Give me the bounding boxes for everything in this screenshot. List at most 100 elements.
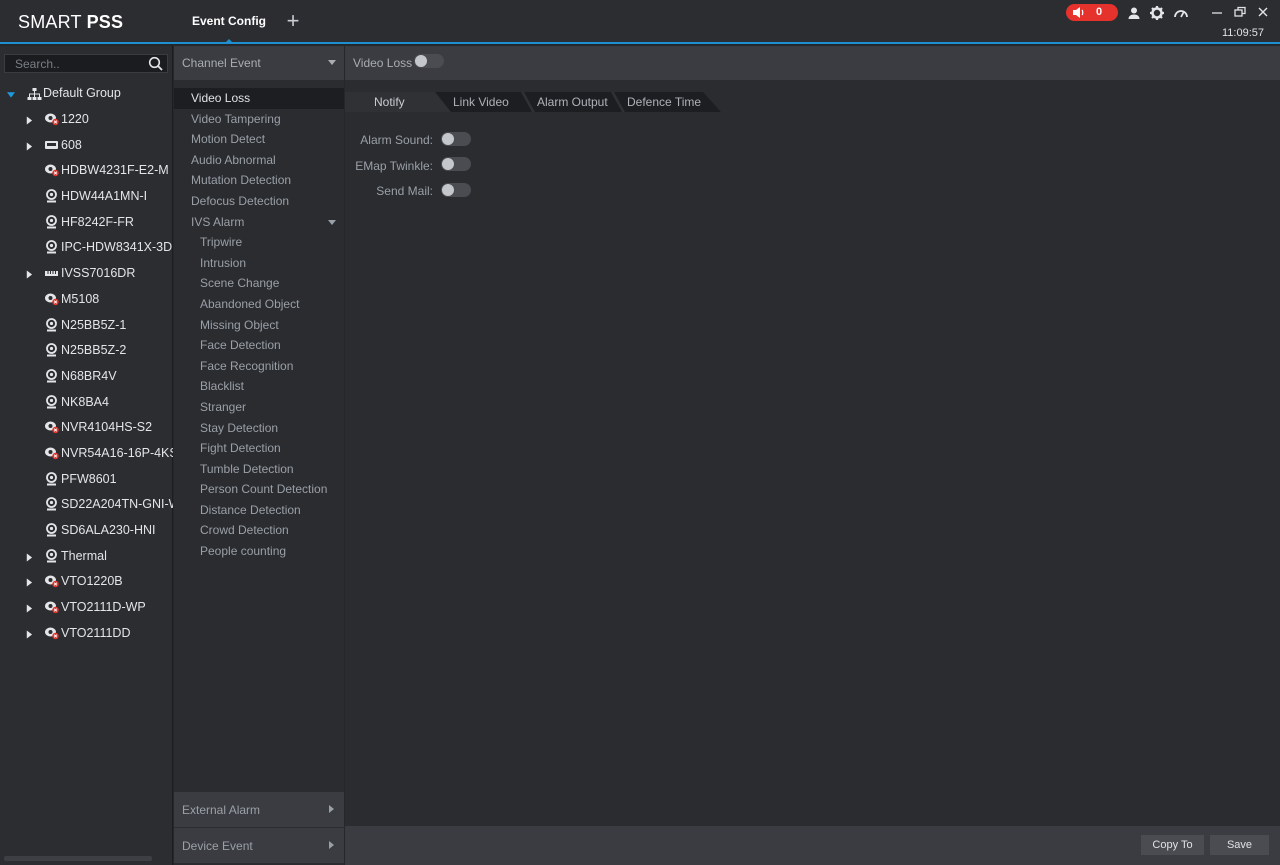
expand-right-icon[interactable] xyxy=(25,114,33,125)
event-list-item[interactable]: Person Count Detection xyxy=(174,479,344,500)
tree-item-device[interactable]: SD22A204TN-GNI-W xyxy=(0,491,173,517)
event-list-item[interactable]: Distance Detection xyxy=(174,500,344,521)
expand-right-icon[interactable] xyxy=(25,268,33,279)
camera-offline-icon xyxy=(44,446,59,460)
camera-icon xyxy=(44,548,59,563)
event-list-item[interactable]: Blacklist xyxy=(174,376,344,397)
external-alarm-label: External Alarm xyxy=(182,803,261,817)
add-tab-icon[interactable]: + xyxy=(283,10,303,32)
alarm-sound-row: Alarm Sound: xyxy=(345,131,433,149)
video-loss-enable-toggle[interactable] xyxy=(414,54,444,68)
event-list-item[interactable]: Missing Object xyxy=(174,315,344,336)
tab-alarm-output[interactable]: Alarm Output xyxy=(537,92,608,112)
event-list-item[interactable]: Stay Detection xyxy=(174,418,344,439)
send-mail-toggle[interactable] xyxy=(441,183,471,197)
event-list-item[interactable]: Video Loss xyxy=(174,88,344,109)
search-input[interactable] xyxy=(5,55,145,72)
tree-item-device[interactable]: Thermal xyxy=(0,543,173,569)
tree-group-label: Default Group xyxy=(43,86,121,100)
channel-event-header[interactable]: Channel Event xyxy=(174,46,344,80)
tree-item-device[interactable]: N25BB5Z-2 xyxy=(0,337,173,363)
tree-item-device[interactable]: IPC-HDW8341X-3D xyxy=(0,234,173,260)
event-list-item[interactable]: Tripwire xyxy=(174,232,344,253)
event-list-item[interactable]: Face Detection xyxy=(174,335,344,356)
tree-item-device[interactable]: IVSS7016DR xyxy=(0,260,173,286)
tab-event-config[interactable]: Event Config xyxy=(180,0,278,44)
tree-item-device[interactable]: NVR4104HS-S2 xyxy=(0,414,173,440)
event-list-item[interactable]: Abandoned Object xyxy=(174,294,344,315)
tree-item-device[interactable]: HDW44A1MN-I xyxy=(0,183,173,209)
event-item-label: Tumble Detection xyxy=(200,461,294,476)
tree-item-device[interactable]: SD6ALA230-HNI xyxy=(0,517,173,543)
external-alarm-section[interactable]: External Alarm xyxy=(174,792,344,827)
event-list-item[interactable]: Stranger xyxy=(174,397,344,418)
tree-item-device[interactable]: NK8BA4 xyxy=(0,389,173,415)
user-icon[interactable] xyxy=(1126,5,1142,21)
tree-item-device[interactable]: 1220 xyxy=(0,106,173,132)
event-list-item[interactable]: Motion Detect xyxy=(174,129,344,150)
camera-offline-icon xyxy=(44,420,59,434)
tree-item-device[interactable]: M5108 xyxy=(0,286,173,312)
tree-item-device[interactable]: VTO2111DD xyxy=(0,620,173,646)
event-item-label: Distance Detection xyxy=(200,502,301,517)
event-list-item[interactable]: Face Recognition xyxy=(174,356,344,377)
event-list-item[interactable]: Fight Detection xyxy=(174,438,344,459)
tree-item-device[interactable]: PFW8601 xyxy=(0,466,173,492)
tree-item-label: IPC-HDW8341X-3D xyxy=(61,240,173,255)
camera-offline-icon xyxy=(44,292,59,306)
expand-down-icon[interactable] xyxy=(7,90,15,99)
event-group-ivs-alarm[interactable]: IVS Alarm xyxy=(174,212,344,233)
send-mail-row: Send Mail: xyxy=(345,182,433,200)
horizontal-scrollbar[interactable] xyxy=(4,856,152,861)
tree-item-label: PFW8601 xyxy=(61,471,117,486)
alarm-badge[interactable]: 0 xyxy=(1066,4,1118,21)
tree-item-device[interactable]: N68BR4V xyxy=(0,363,173,389)
event-list-item[interactable]: Scene Change xyxy=(174,273,344,294)
performance-gauge-icon[interactable] xyxy=(1173,5,1189,21)
event-item-label: Stay Detection xyxy=(200,420,279,435)
alarm-sound-toggle[interactable] xyxy=(441,132,471,146)
event-item-label: Defocus Detection xyxy=(191,193,290,208)
event-list-item[interactable]: Video Tampering xyxy=(174,109,344,130)
tree-item-device[interactable]: HDBW4231F-E2-M xyxy=(0,157,173,183)
event-list-item[interactable]: Mutation Detection xyxy=(174,170,344,191)
event-item-label: Abandoned Object xyxy=(200,296,300,311)
tree-item-device[interactable]: 608 xyxy=(0,132,173,158)
event-list-item[interactable]: Crowd Detection xyxy=(174,520,344,541)
tree-item-device[interactable]: HF8242F-FR xyxy=(0,209,173,235)
save-button[interactable]: Save xyxy=(1210,835,1269,855)
close-icon[interactable] xyxy=(1255,4,1271,20)
minimize-icon[interactable] xyxy=(1209,4,1225,20)
event-list-item[interactable]: Intrusion xyxy=(174,253,344,274)
expand-right-icon[interactable] xyxy=(25,551,33,562)
expand-right-icon[interactable] xyxy=(25,576,33,587)
expand-right-icon[interactable] xyxy=(25,628,33,639)
tree-item-label: N25BB5Z-1 xyxy=(61,317,127,332)
tab-link-video[interactable]: Link Video xyxy=(453,92,509,112)
device-event-label: Device Event xyxy=(182,839,253,853)
expand-right-icon xyxy=(329,841,334,849)
restore-icon[interactable] xyxy=(1232,4,1248,20)
event-list-item[interactable]: Audio Abnormal xyxy=(174,150,344,171)
tree-item-device[interactable]: N25BB5Z-1 xyxy=(0,312,173,338)
copy-to-button[interactable]: Copy To xyxy=(1141,835,1204,855)
event-list-item[interactable]: People counting xyxy=(174,541,344,562)
app-logo: SMART PSS xyxy=(18,12,123,33)
camera-icon xyxy=(44,368,59,383)
expand-right-icon[interactable] xyxy=(25,602,33,613)
device-event-section[interactable]: Device Event xyxy=(174,828,344,863)
camera-offline-icon xyxy=(44,600,59,614)
tree-item-device[interactable]: NVR54A16-16P-4KS xyxy=(0,440,173,466)
event-list-item[interactable]: Tumble Detection xyxy=(174,459,344,480)
send-mail-label: Send Mail: xyxy=(376,184,433,198)
expand-right-icon[interactable] xyxy=(25,140,33,151)
tree-item-device[interactable]: VTO1220B xyxy=(0,568,173,594)
event-list-item[interactable]: Defocus Detection xyxy=(174,191,344,212)
tab-notify[interactable]: Notify xyxy=(374,92,405,112)
tab-defence-time[interactable]: Defence Time xyxy=(627,92,701,112)
tree-group-default[interactable]: Default Group xyxy=(0,82,173,106)
gear-icon[interactable] xyxy=(1149,5,1165,21)
tree-item-device[interactable]: VTO2111D-WP xyxy=(0,594,173,620)
emap-twinkle-toggle[interactable] xyxy=(441,157,471,171)
search-icon[interactable] xyxy=(148,56,163,71)
